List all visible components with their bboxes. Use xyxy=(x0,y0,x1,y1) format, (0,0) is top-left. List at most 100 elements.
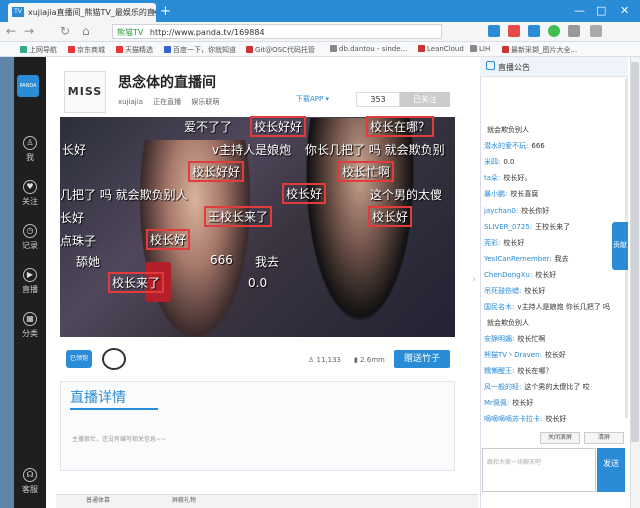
bookmark-item[interactable]: 京东商城 xyxy=(68,45,105,55)
close-window-icon[interactable]: ✕ xyxy=(620,4,629,17)
details-title: 直播详情 xyxy=(70,390,126,406)
room-meta: xujiajia 正在直播 娱乐联萌 xyxy=(118,97,227,107)
address-bar[interactable]: 熊猫TV http://www.panda.tv/169884 xyxy=(112,24,442,39)
play-icon: ▶ xyxy=(23,268,37,282)
chat-message: 熊猫TV丶Draven: 校长好 xyxy=(484,351,566,359)
danmaku-comment: 0.0 xyxy=(248,276,268,290)
bookmark-item[interactable]: 天猫精选 xyxy=(116,45,153,55)
chat-message: 莞彩: 校长好 xyxy=(484,239,525,247)
chat-message: 安静明媚: 校长忙啊 xyxy=(484,335,546,343)
details-text: 主播很忙，还没有编写相关信息~~ xyxy=(72,436,167,443)
bookmark-item[interactable]: LeanCloud xyxy=(418,45,464,53)
sidebar-item-follow[interactable]: ♥ 关注 xyxy=(14,180,46,207)
chat-message: 国民名木: v主持人是娘炮 你长几把了 吗 xyxy=(484,303,610,311)
chat-message: 就会欺负别人 xyxy=(487,319,529,327)
tab-favicon-icon: TV xyxy=(12,7,24,17)
gift-bamboo-button[interactable]: 赠送竹子 xyxy=(394,350,450,368)
chat-message: ChenDongXu: 校长好 xyxy=(484,271,557,279)
sidebar-item-live[interactable]: ▶ 直播 xyxy=(14,268,46,295)
follow-button[interactable]: 已关注 xyxy=(400,92,450,107)
announcement-icon xyxy=(486,61,495,70)
chat-message: 米四: 0.0 xyxy=(484,158,515,166)
chat-icon[interactable] xyxy=(548,25,560,37)
contribution-badge[interactable]: 贡献 xyxy=(612,222,628,270)
forward-icon[interactable]: → xyxy=(24,24,34,38)
bookmark-item[interactable]: 上网导航 xyxy=(20,45,57,55)
tv-badge-icon[interactable]: 已领饱 xyxy=(66,350,92,368)
maximize-icon[interactable]: □ xyxy=(596,4,606,17)
chat-header: 直播公告 xyxy=(480,57,628,77)
danmaku-comment: 你长几把了 吗 就会欺负别 xyxy=(305,143,445,157)
browser-tab[interactable]: TV xujiajia直播间_熊猫TV_最娱乐的直播 × xyxy=(8,3,156,22)
extension-icon[interactable] xyxy=(508,25,520,37)
danmaku-comment: 王校长来了 xyxy=(204,206,273,227)
sidebar-item-history[interactable]: ◷ 记录 xyxy=(14,224,46,251)
bookmark-item[interactable]: LIH xyxy=(470,45,490,53)
minimize-icon[interactable]: — xyxy=(574,4,585,17)
clock-icon: ◷ xyxy=(23,224,37,238)
clear-screen-button[interactable]: 清屏 xyxy=(584,432,624,444)
extension-icon[interactable] xyxy=(528,25,540,37)
new-tab-button[interactable]: + xyxy=(160,4,171,19)
tab-close-icon[interactable]: × xyxy=(151,8,156,18)
danmaku-comment: 校长忙啊 xyxy=(338,161,395,182)
room-category[interactable]: 娱乐联萌 xyxy=(191,98,219,106)
menu-icon[interactable] xyxy=(590,25,602,37)
bottom-bar: 普通体慕 屏蔽礼物 xyxy=(56,494,478,508)
danmaku-comment: 校长好 xyxy=(368,206,413,227)
chat-message: Mr佩佩: 校长好 xyxy=(484,399,534,407)
host-name[interactable]: xujiajia xyxy=(118,98,143,106)
reload-icon[interactable]: ↻ xyxy=(60,24,70,38)
site-tag: 熊猫TV xyxy=(117,28,144,37)
heart-icon: ♥ xyxy=(23,180,37,194)
details-underline xyxy=(70,408,158,410)
extension-icon[interactable] xyxy=(488,25,500,37)
fan-count: ♙ 11,133 xyxy=(308,356,342,364)
danmaku-comment: 校长在哪？ xyxy=(366,116,435,137)
desktop-background xyxy=(0,57,14,508)
bookmark-item[interactable]: 百度一下，你就知道 xyxy=(164,45,236,55)
download-icon[interactable] xyxy=(568,25,580,37)
url-text: http://www.panda.tv/169884 xyxy=(149,28,265,37)
chat-message: 吊死鼓伤蜡: 校长好 xyxy=(484,287,546,295)
danmaku-comment: 校长好好 xyxy=(250,116,307,137)
bookmark-item[interactable]: Git@OSC代码托管 xyxy=(246,45,315,55)
send-button[interactable]: 发送 xyxy=(597,448,625,492)
danmaku-comment: 校长好 xyxy=(282,183,327,204)
panda-icon[interactable] xyxy=(102,348,126,370)
bottom-option[interactable]: 普通体慕 xyxy=(86,497,110,504)
sidebar-item-me[interactable]: ♙ 我 xyxy=(14,136,46,163)
danmaku-comment: 校长好 xyxy=(146,229,191,250)
bottom-option[interactable]: 屏蔽礼物 xyxy=(172,497,196,504)
sidebar-item-service[interactable]: ☊ 客服 xyxy=(14,468,46,495)
follower-count: 353 xyxy=(356,92,400,107)
danmaku-comment: 长好 xyxy=(60,211,85,225)
collapse-arrow-icon[interactable]: › xyxy=(472,274,476,285)
danmaku-comment: 校长来了 xyxy=(108,272,165,293)
chat-message: SLIVER_0725: 王校长来了 xyxy=(484,223,571,231)
danmaku-comment: 校长好好 xyxy=(188,161,245,182)
download-app-link[interactable]: 下载APP ▾ xyxy=(296,94,329,104)
chat-message: ta朵: 校长好。 xyxy=(484,174,532,182)
bookmark-item[interactable]: 最新采撷_图片大全... xyxy=(502,45,577,55)
sidebar-item-category[interactable]: ▦ 分类 xyxy=(14,312,46,339)
host-avatar[interactable]: MISS xyxy=(64,71,106,113)
chat-message: YesICanRemember: 我去 xyxy=(484,255,569,263)
bookmark-item[interactable]: db.dantou - sinde... xyxy=(330,45,407,53)
chat-message: jaychan0: 校长你好 xyxy=(484,207,550,215)
toggle-scroll-button[interactable]: 关闭滚屏 xyxy=(540,432,580,444)
chat-input[interactable]: 跟和大家一块聊天吧 xyxy=(482,448,596,492)
panda-logo[interactable]: PANDA xyxy=(17,75,39,97)
chat-message: 风一般的轻: 这个男的太傻比了 哎 xyxy=(484,383,590,391)
back-icon[interactable]: ← xyxy=(6,24,16,38)
room-title: 思念体的直播间 xyxy=(118,75,216,91)
danmaku-comment: 长好 xyxy=(62,143,87,157)
chat-message: 潜水的爱不玩: 666 xyxy=(484,142,545,150)
chat-message: 嘀嘀嘀嘀苏卡拉卡: 校长好 xyxy=(484,415,567,423)
danmaku-comment: 这个男的太傻 xyxy=(370,188,443,202)
page-scrollbar-thumb[interactable] xyxy=(631,62,639,442)
home-icon[interactable]: ⌂ xyxy=(82,24,90,38)
danmaku-comment: 我去 xyxy=(255,255,280,269)
danmaku-comment: 几把了 吗 就会欺负别人 xyxy=(60,188,188,202)
person-icon: ♙ xyxy=(23,136,37,150)
